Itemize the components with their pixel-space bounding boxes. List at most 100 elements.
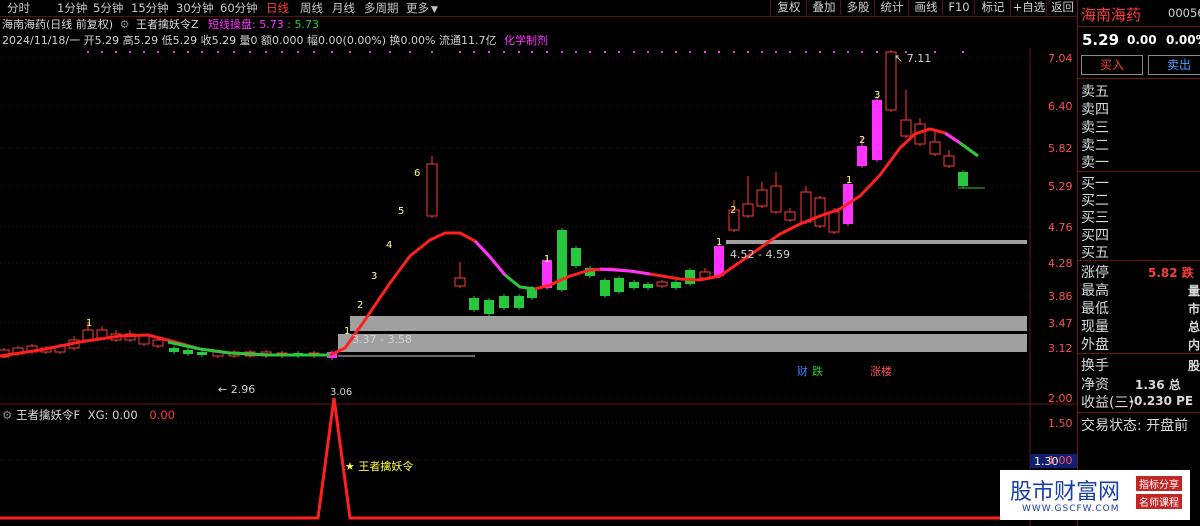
zone-label-2: 3.37 - 3.58 [352, 333, 412, 346]
restore-rights-button[interactable]: 复权 [770, 0, 807, 15]
stat-turnover-label: 换手 [1081, 358, 1109, 374]
signal-dot [115, 51, 117, 53]
statistics-button[interactable]: 统计 [874, 0, 909, 15]
count-label: 2 [859, 135, 865, 146]
signal-dot [847, 51, 849, 53]
tab-5min[interactable]: 5分钟 [93, 1, 123, 15]
candle-body [742, 203, 754, 217]
sell-button[interactable]: 卖出 [1148, 55, 1200, 75]
stat-outer-value: 内 [1188, 338, 1200, 352]
f10-button[interactable]: F10 [942, 0, 975, 15]
count-label: 5 [398, 206, 404, 217]
settings-icon[interactable]: ⚙ [2, 408, 12, 422]
zone-label-1: 4.52 - 4.59 [730, 248, 790, 261]
count-label: 1 [344, 326, 350, 337]
count-label: 1 [86, 318, 92, 329]
trade-status: 交易状态: 开盘前 [1081, 418, 1189, 434]
tab-1min[interactable]: 1分钟 [57, 1, 87, 15]
candle-body [800, 191, 812, 223]
divider [1078, 171, 1200, 172]
divider [1078, 26, 1200, 27]
signal-dot [861, 51, 863, 53]
signal-dot [201, 51, 203, 53]
signal-dot [546, 51, 548, 53]
tab-weekly[interactable]: 周线 [300, 1, 323, 15]
draw-line-button[interactable]: 画线 [908, 0, 943, 15]
divider [1078, 260, 1200, 261]
ask-3: 卖三 [1081, 120, 1109, 136]
add-watchlist-button[interactable]: +自选 [1010, 0, 1047, 15]
candle-body [454, 277, 466, 287]
candle-body [943, 155, 955, 167]
candle-body [929, 141, 941, 155]
count-label: 1 [544, 254, 550, 265]
tab-daily[interactable]: 日线 [266, 1, 289, 15]
signal-dot [129, 51, 131, 53]
tab-60min[interactable]: 60分钟 [220, 1, 258, 15]
support-zone-1 [350, 316, 1027, 331]
signal-dot [805, 51, 807, 53]
signal-dot [589, 51, 591, 53]
signal-dot [503, 51, 505, 53]
candle-body [499, 296, 509, 308]
indicator-panel-header: ⚙ 王者擒妖令F XG: 0.00 0.00 [2, 407, 175, 423]
candle-body [614, 278, 624, 292]
price-change: 0.00 [1127, 33, 1157, 47]
top-toolbar: 分时 1分钟 5分钟 15分钟 30分钟 60分钟 日线 周线 月线 多周期 更… [0, 0, 1200, 17]
sector-tag[interactable]: 化学制剂 [504, 34, 548, 47]
candle-body [770, 185, 782, 213]
count-label: 3 [874, 90, 880, 101]
signal-dot [349, 51, 351, 53]
indicator-panel-title[interactable]: 王者擒妖令F [16, 408, 80, 422]
buy-button[interactable]: 买入 [1081, 55, 1143, 75]
high-marker: ↖ 7.11 [894, 52, 931, 65]
indicator-name[interactable]: 王者擒妖令Z [136, 18, 199, 31]
signal-dot [143, 51, 145, 53]
event-finance-a[interactable]: 财 [797, 364, 808, 378]
signal-dot [575, 51, 577, 53]
count-label: 1 [716, 237, 722, 248]
stat-high-value: 量 [1188, 284, 1200, 298]
tab-monthly[interactable]: 月线 [332, 1, 355, 15]
watermark-tag-2: 名师课程 [1136, 494, 1182, 509]
settings-icon[interactable]: ⚙ [120, 18, 130, 31]
stat-limit-up-label: 涨停 [1081, 265, 1109, 281]
candle-body [629, 282, 639, 288]
signal-dot [761, 51, 763, 53]
kline-chart[interactable]: 1123456112123 ↖ 7.11 ← 2.96 4.52 - 4.59 … [0, 48, 1077, 526]
event-rise[interactable]: 涨楼 [870, 364, 892, 378]
signal-dot [561, 51, 563, 53]
signal-dot [661, 51, 663, 53]
signal-dot [187, 51, 189, 53]
tab-15min[interactable]: 15分钟 [131, 1, 169, 15]
divider [1078, 78, 1200, 79]
ask-5: 卖五 [1081, 84, 1109, 100]
trend-line-magenta-1 [473, 239, 507, 276]
candle-body [958, 172, 968, 186]
stat-netasset-value: 1.36 总 [1135, 378, 1181, 392]
signal-dot [819, 51, 821, 53]
tab-30min[interactable]: 30分钟 [176, 1, 214, 15]
divider [1078, 353, 1200, 354]
signal-dot-row [87, 51, 964, 53]
candle-body [197, 352, 207, 355]
overlay-button[interactable]: 叠加 [806, 0, 841, 15]
count-label: 3 [371, 271, 377, 282]
ask-1: 卖一 [1081, 155, 1109, 171]
tab-multi-period[interactable]: 多周期 [364, 1, 399, 15]
candle-body [756, 189, 768, 207]
signal-dot [633, 51, 635, 53]
stock-name: 海南海药 [1081, 6, 1142, 24]
multi-stock-button[interactable]: 多股 [840, 0, 875, 15]
event-finance-b[interactable]: 跌 [812, 364, 823, 378]
mark-button[interactable]: 标记 [974, 0, 1011, 15]
candle-body [514, 296, 524, 308]
tab-intraday[interactable]: 分时 [7, 1, 30, 15]
tab-more[interactable]: 更多 ▼ [406, 1, 438, 15]
stat-eps-value: -0.230 PE [1129, 394, 1194, 408]
signal-dot [604, 51, 606, 53]
ohlc-text: 2024/11/18/一 开5.29 高5.29 低5.29 收5.29 量0 … [2, 34, 497, 47]
signal-dot [101, 51, 103, 53]
back-button[interactable]: 返回 [1046, 0, 1078, 15]
signal-dot [775, 51, 777, 53]
